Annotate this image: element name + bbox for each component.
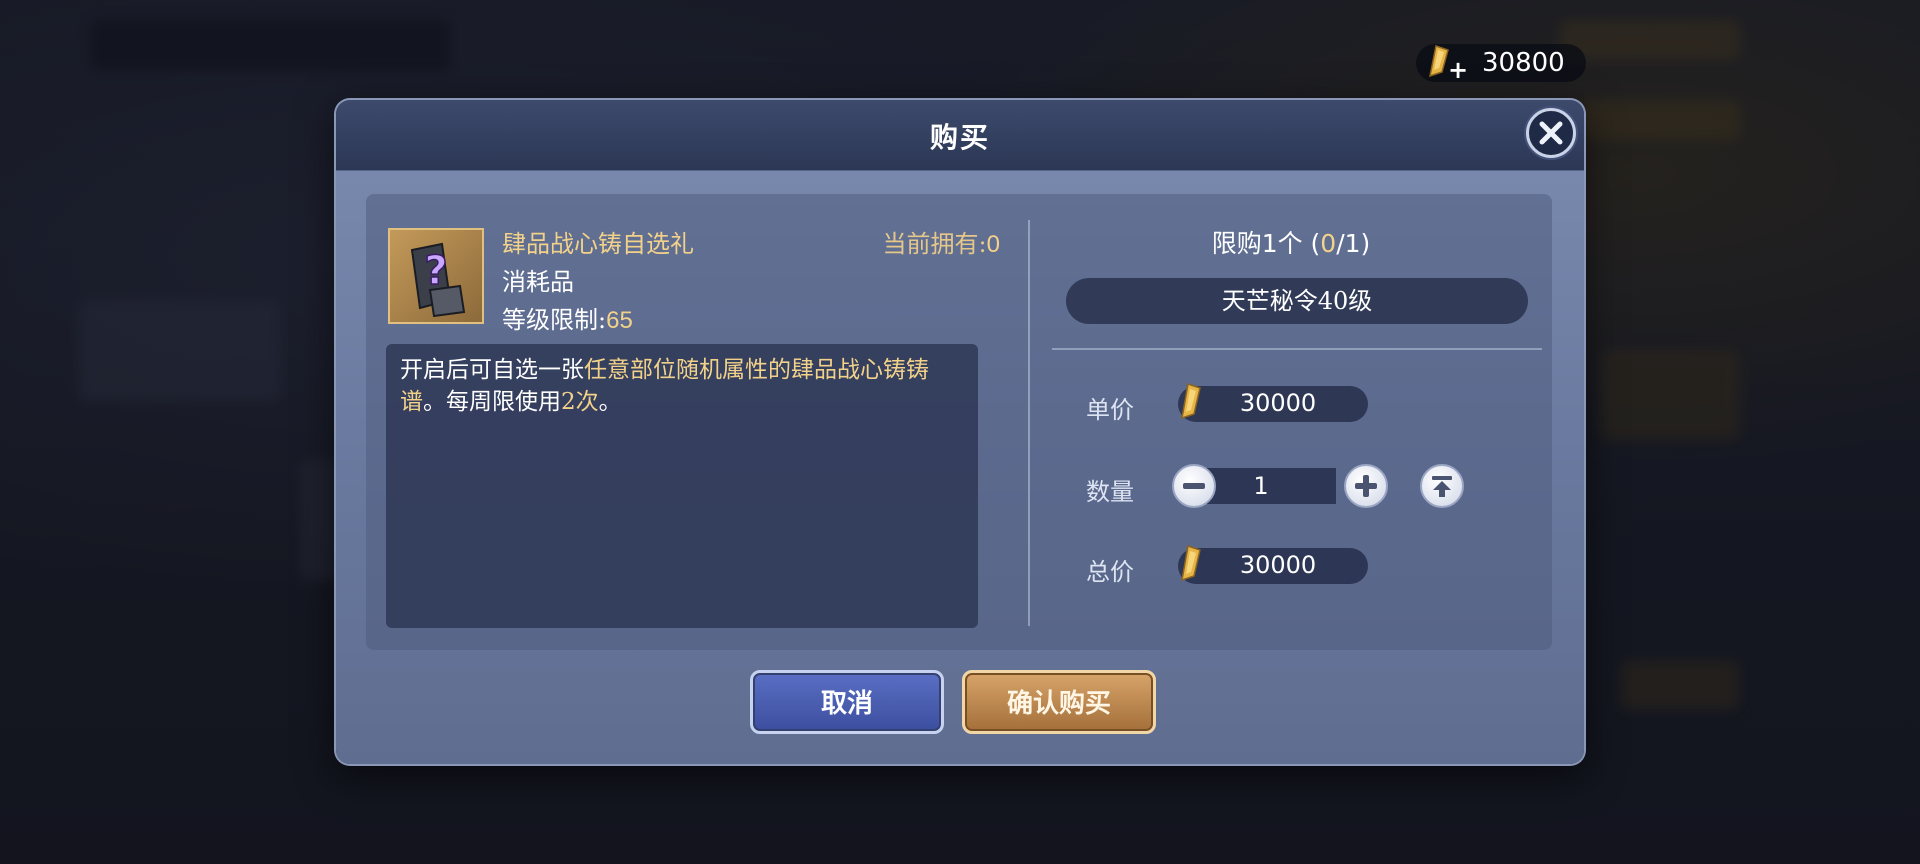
plus-icon [1355, 475, 1377, 497]
close-button[interactable] [1526, 108, 1576, 158]
item-name: 肆品战心铸自选礼 [502, 230, 694, 258]
quantity-label: 数量 [1086, 478, 1134, 506]
confirm-purchase-button[interactable]: 确认购买 [962, 670, 1156, 734]
dialog-title: 购买 [929, 121, 990, 154]
add-currency-icon[interactable]: + [1448, 56, 1468, 84]
level-limit-value: 65 [606, 307, 633, 334]
svg-text:?: ? [424, 248, 447, 294]
description-part1: 开启后可自选一张 [400, 357, 584, 383]
item-level-limit: 等级限制:65 [502, 300, 633, 335]
unit-price-value: 30000 [1239, 389, 1317, 417]
item-icon[interactable]: ? [388, 228, 484, 324]
max-icon [1432, 476, 1452, 497]
close-icon [1539, 121, 1563, 145]
purchase-dialog: 购买 ? 肆品战心铸自选礼 消耗品 等级限制:65 当前拥有:0 开启后可自选一… [336, 100, 1584, 764]
currency-amount: 30800 [1482, 48, 1565, 78]
limit-suffix: /1) [1336, 229, 1371, 258]
total-price-value: 30000 [1239, 551, 1317, 579]
item-description: 开启后可自选一张任意部位随机属性的肆品战心铸铸谱。每周限使用2次。 [386, 344, 978, 628]
limit-current: 0 [1320, 229, 1337, 258]
mystery-item-icon: ? [410, 242, 466, 318]
currency-display[interactable]: + 30800 [1416, 44, 1586, 84]
description-part5: 。 [598, 389, 622, 415]
description-part3: 。每周限使用 [423, 389, 561, 415]
cancel-button[interactable]: 取消 [750, 670, 944, 734]
vertical-divider [1028, 220, 1030, 626]
owned-count: 当前拥有:0 [883, 224, 1000, 259]
max-quantity-button[interactable] [1420, 464, 1464, 508]
owned-label: 当前拥有: [882, 230, 987, 258]
total-price-label: 总价 [1086, 558, 1134, 586]
limit-prefix: 限购1个 ( [1211, 229, 1321, 258]
horizontal-divider [1052, 348, 1542, 350]
purchase-limit: 限购1个 (0/1) [1030, 224, 1552, 260]
description-usage-count: 2次 [561, 389, 599, 415]
minus-icon [1183, 483, 1205, 489]
purchase-requirement: 天芒秘令40级 [1066, 278, 1528, 324]
unit-price-field: 30000 [1178, 383, 1368, 422]
owned-value: 0 [986, 231, 1000, 258]
content-panel: ? 肆品战心铸自选礼 消耗品 等级限制:65 当前拥有:0 开启后可自选一张任意… [366, 194, 1552, 650]
item-type: 消耗品 [502, 268, 574, 296]
unit-price-label: 单价 [1086, 396, 1134, 424]
total-price-field: 30000 [1178, 545, 1368, 584]
dialog-header: 购买 [336, 100, 1584, 171]
decrease-quantity-button[interactable] [1172, 464, 1216, 508]
level-limit-label: 等级限制: [502, 306, 607, 334]
increase-quantity-button[interactable] [1344, 464, 1388, 508]
